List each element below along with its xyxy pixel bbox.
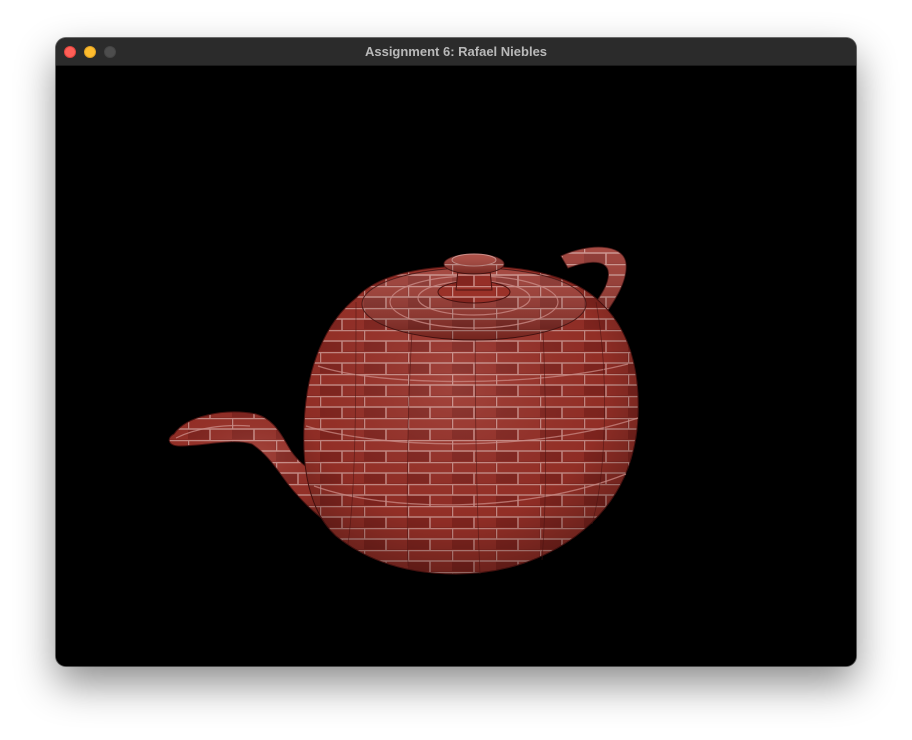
- render-viewport[interactable]: [56, 66, 856, 666]
- app-window: Assignment 6: Rafael Niebles: [56, 38, 856, 666]
- title-bar[interactable]: Assignment 6: Rafael Niebles: [56, 38, 856, 66]
- teapot-render: [168, 246, 639, 575]
- window-title: Assignment 6: Rafael Niebles: [364, 44, 548, 59]
